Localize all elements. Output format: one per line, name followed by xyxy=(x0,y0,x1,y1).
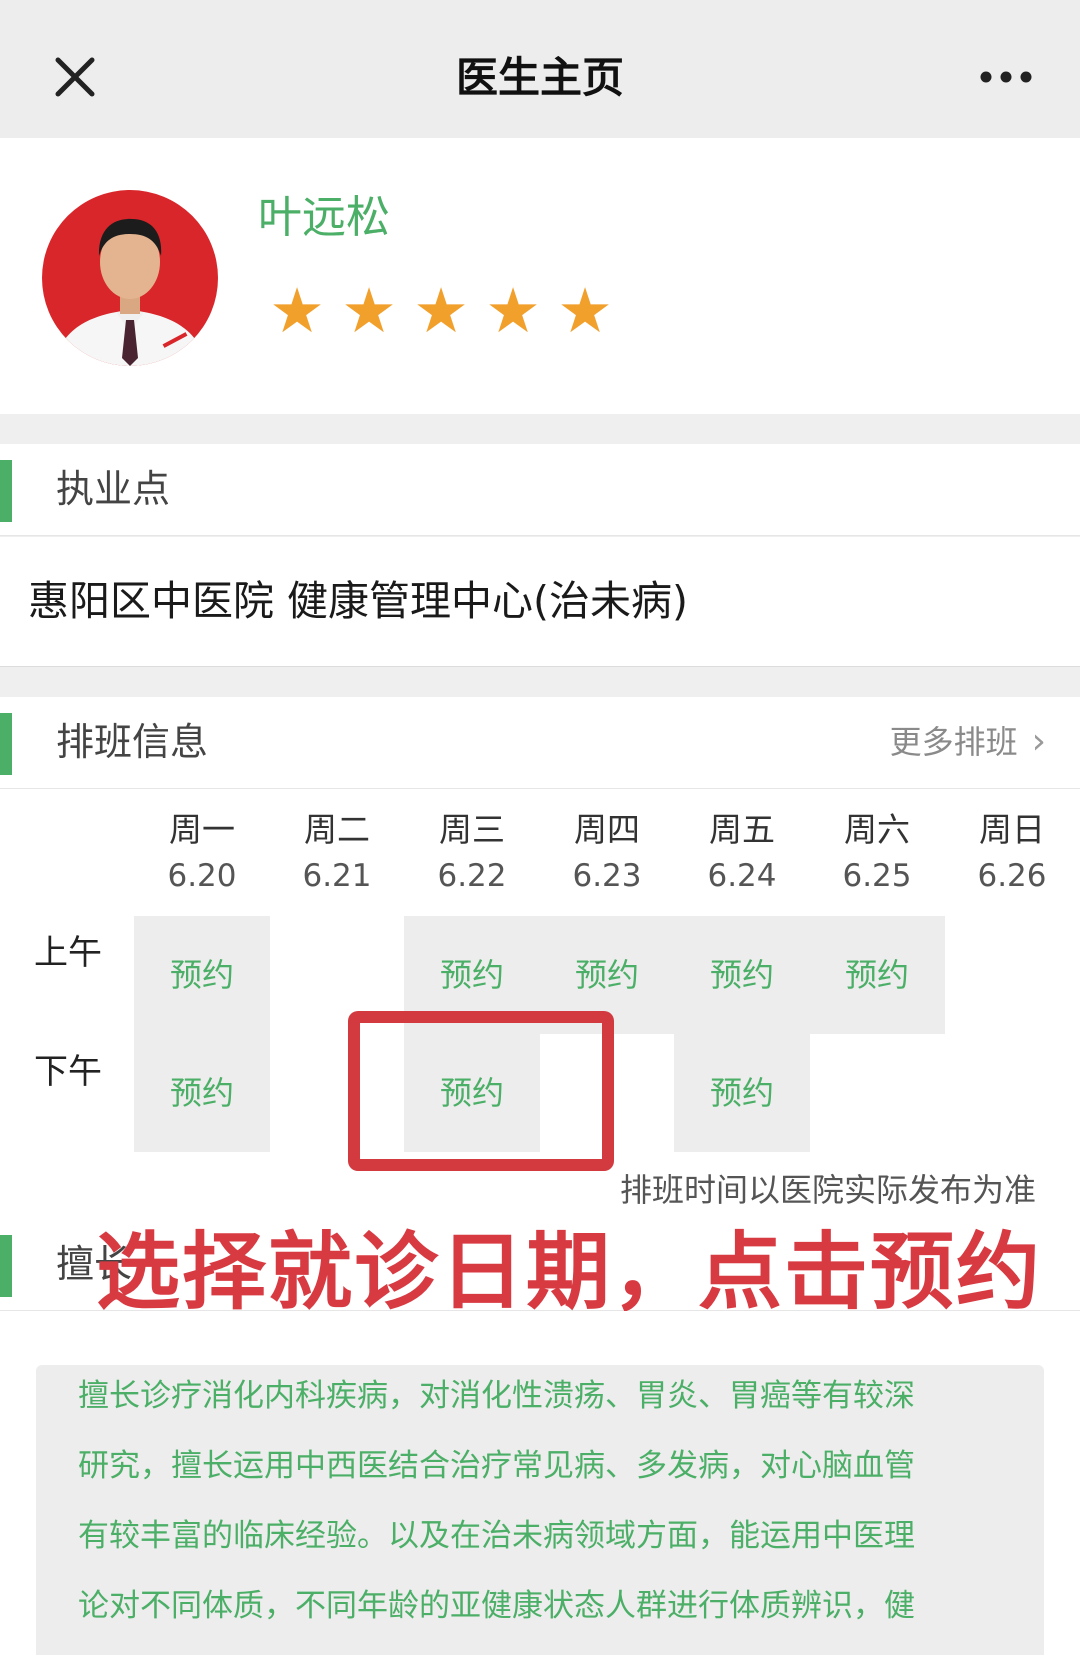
book-slot-thu-morning[interactable]: 预约 xyxy=(539,916,675,1034)
section-accent-bar xyxy=(0,713,12,775)
day-name: 周一 xyxy=(169,810,235,849)
day-date: 6.21 xyxy=(302,858,372,894)
star-icon: ★ xyxy=(413,274,469,347)
section-accent-bar xyxy=(0,460,12,522)
specialty-line: 擅长诊疗消化内科疾病，对消化性溃疡、胃炎、胃癌等有较深 xyxy=(78,1378,915,1414)
day-name: 周三 xyxy=(439,810,505,849)
book-slot-mon-afternoon[interactable]: 预约 xyxy=(134,1034,270,1152)
day-date: 6.23 xyxy=(572,858,642,894)
star-icon: ★ xyxy=(485,274,541,347)
schedule-section-header: 排班信息 更多排班 › xyxy=(0,697,1080,789)
doctor-profile: 叶远松 ★ ★ ★ ★ ★ xyxy=(0,138,1080,414)
schedule-grid: 周一 6.20 周二 6.21 周三 6.22 周四 6.23 周五 6.24 … xyxy=(0,789,1080,1219)
top-bar: 医生主页 xyxy=(0,0,1080,138)
day-date: 6.20 xyxy=(167,858,237,894)
book-slot-wed-afternoon[interactable]: 预约 xyxy=(404,1034,540,1152)
doctor-name: 叶远松 xyxy=(258,192,390,243)
section-title: 执业点 xyxy=(56,467,171,511)
period-label-afternoon: 下午 xyxy=(34,1052,102,1092)
day-column: 周日 6.26 xyxy=(945,807,1079,899)
day-column: 周二 6.21 xyxy=(270,807,404,899)
practice-location-row[interactable]: 惠阳区中医院 健康管理中心(治未病) xyxy=(0,537,1080,667)
day-date: 6.24 xyxy=(707,858,777,894)
day-name: 周五 xyxy=(709,810,775,849)
day-column: 周五 6.24 xyxy=(675,807,809,899)
day-date: 6.26 xyxy=(977,858,1047,894)
more-schedule-label: 更多排班 xyxy=(889,723,1018,761)
star-icon: ★ xyxy=(341,274,397,347)
book-slot-fri-afternoon[interactable]: 预约 xyxy=(674,1034,810,1152)
section-accent-bar xyxy=(0,1235,12,1297)
more-schedule-link[interactable]: 更多排班 › xyxy=(890,713,1046,771)
specialty-line: 有较丰富的临床经验。以及在治未病领域方面，能运用中医理 xyxy=(78,1518,915,1554)
book-slot-mon-morning[interactable]: 预约 xyxy=(134,916,270,1034)
avatar xyxy=(42,190,218,366)
section-title: 排班信息 xyxy=(56,720,209,764)
specialty-line: 研究，擅长运用中西医结合治疗常见病、多发病，对心脑血管 xyxy=(78,1448,915,1484)
day-name: 周六 xyxy=(844,810,910,849)
book-slot-fri-morning[interactable]: 预约 xyxy=(674,916,810,1034)
day-date: 6.22 xyxy=(437,858,507,894)
day-name: 周二 xyxy=(304,810,370,849)
star-icon: ★ xyxy=(557,274,613,347)
day-name: 周四 xyxy=(574,810,640,849)
practice-section-header: 执业点 xyxy=(0,444,1080,536)
day-column: 周四 6.23 xyxy=(540,807,674,899)
chevron-right-icon: › xyxy=(1031,721,1046,762)
day-column: 周三 6.22 xyxy=(405,807,539,899)
star-icon: ★ xyxy=(269,274,325,347)
schedule-note: 排班时间以医院实际发布为准 xyxy=(619,1171,1036,1209)
more-dots-icon[interactable] xyxy=(978,62,1034,92)
specialty-line: 论对不同体质，不同年龄的亚健康状态人群进行体质辨识，健 xyxy=(78,1588,915,1624)
page-title: 医生主页 xyxy=(455,53,624,102)
specialty-body: 擅长诊疗消化内科疾病，对消化性溃疡、胃炎、胃癌等有较深 研究，擅长运用中西医结合… xyxy=(0,1311,1080,1655)
day-date: 6.25 xyxy=(842,858,912,894)
annotation-overlay: 选择就诊日期，点击预约 xyxy=(96,1223,1043,1321)
day-column: 周六 6.25 xyxy=(810,807,944,899)
book-slot-wed-morning[interactable]: 预约 xyxy=(404,916,540,1034)
practice-location: 惠阳区中医院 健康管理中心(治未病) xyxy=(28,577,689,625)
day-column: 周一 6.20 xyxy=(135,807,269,899)
period-label-morning: 上午 xyxy=(34,933,102,973)
day-name: 周日 xyxy=(979,810,1045,849)
book-slot-sat-morning[interactable]: 预约 xyxy=(809,916,945,1034)
